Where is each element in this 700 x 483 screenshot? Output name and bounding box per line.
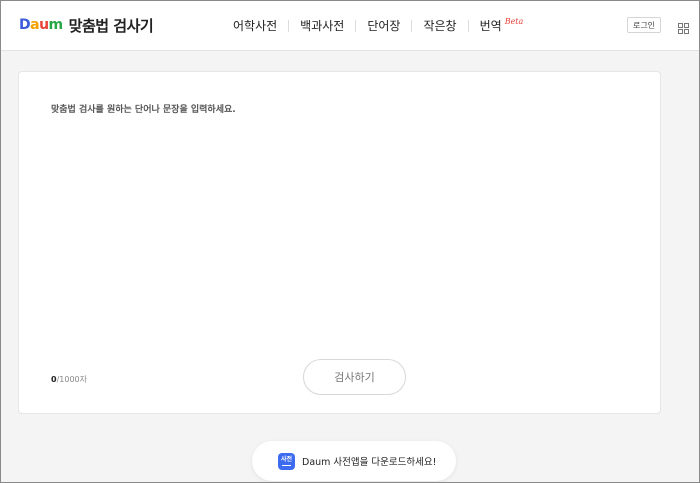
main-nav: 어학사전 백과사전 단어장 작은창 번역 Beta <box>233 17 523 34</box>
nav-divider <box>288 19 290 32</box>
nav-divider <box>411 19 413 32</box>
grid-icon[interactable] <box>678 19 689 34</box>
nav-divider <box>467 19 469 32</box>
dictionary-app-icon: 사전 <box>278 452 295 470</box>
spell-check-input[interactable] <box>51 102 631 352</box>
service-title[interactable]: 맞춤법 검사기 <box>69 15 154 36</box>
char-count-max: /1000자 <box>56 375 87 384</box>
nav-item-dictionary[interactable]: 어학사전 <box>233 17 277 34</box>
nav-item-translate-label: 번역 <box>479 19 502 33</box>
app-download-text: Daum 사전앱을 다운로드하세요! <box>302 457 437 468</box>
spell-check-card: 0/1000자 검사하기 <box>18 71 661 414</box>
nav-item-encyclopedia[interactable]: 백과사전 <box>300 17 344 34</box>
app-icon-bar <box>282 464 291 466</box>
nav-divider <box>355 19 357 32</box>
daum-logo-mark: Daum <box>19 17 63 33</box>
check-spelling-button[interactable]: 검사하기 <box>303 359 406 395</box>
login-button[interactable]: 로그인 <box>627 17 661 33</box>
nav-item-translate[interactable]: 번역 Beta <box>480 17 524 34</box>
top-header: Daum 맞춤법 검사기 어학사전 백과사전 단어장 작은창 번역 Beta 로… <box>1 1 699 51</box>
nav-item-mini-window[interactable]: 작은창 <box>423 17 456 34</box>
daum-logo[interactable]: Daum 맞춤법 검사기 <box>19 14 154 36</box>
nav-item-wordbook[interactable]: 단어장 <box>367 17 400 34</box>
app-download-banner[interactable]: 사전 Daum 사전앱을 다운로드하세요! <box>252 441 456 481</box>
char-counter: 0/1000자 <box>51 374 87 385</box>
dictionary-app-icon-text: 사전 <box>280 455 293 463</box>
beta-badge: Beta <box>504 17 524 26</box>
